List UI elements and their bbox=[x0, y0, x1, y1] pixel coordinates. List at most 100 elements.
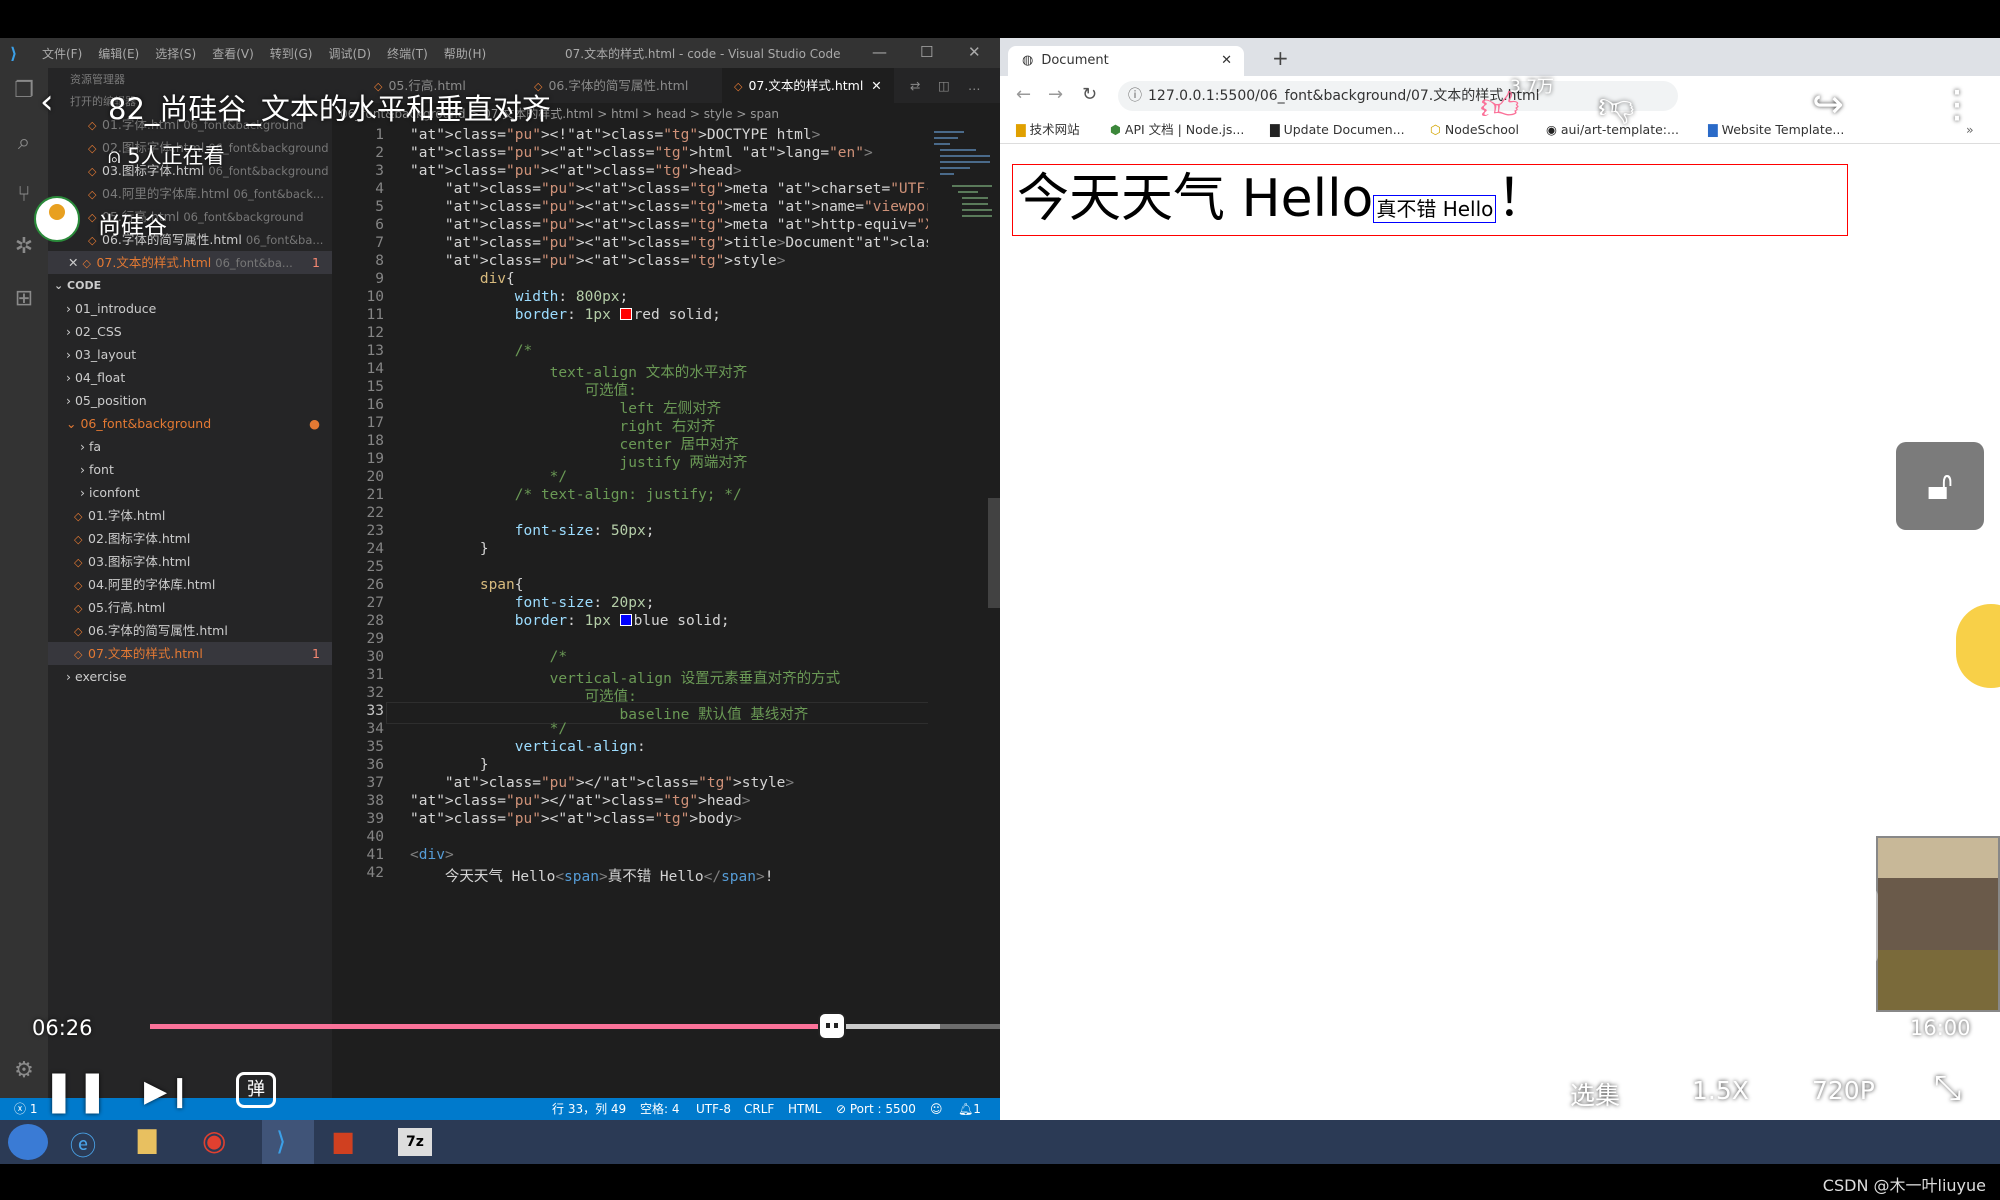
editor-scrollbar[interactable] bbox=[988, 498, 1000, 608]
reload-icon[interactable]: ↻ bbox=[1082, 84, 1097, 105]
share-icon[interactable]: ↪ bbox=[1812, 82, 1844, 126]
file-item[interactable]: ◇ 05.行高.html bbox=[48, 596, 332, 619]
folder-item-open[interactable]: ⌄ 06_font&background ● bbox=[48, 412, 332, 435]
ie-icon[interactable]: ⓔ bbox=[70, 1126, 96, 1163]
channel-name[interactable]: 尚硅谷 bbox=[98, 206, 167, 240]
menu-edit[interactable]: 编辑(E) bbox=[98, 45, 139, 62]
speed-button[interactable]: 1.5X bbox=[1692, 1076, 1749, 1105]
start-button[interactable] bbox=[8, 1124, 48, 1160]
unlock-icon[interactable]: 🔓︎ bbox=[1896, 442, 1984, 530]
more-actions-icon[interactable]: … bbox=[962, 68, 987, 103]
file-item[interactable]: ◇ 06.字体的简写属性.html bbox=[48, 619, 332, 642]
bookmark-item[interactable]: ▇ 技术网站 bbox=[1016, 116, 1080, 144]
code-line[interactable]: border: 1px red solid; bbox=[410, 307, 721, 323]
bookmark-item[interactable]: ⬢ API 文档 | Node.js... bbox=[1110, 116, 1244, 144]
encoding[interactable]: UTF-8 bbox=[696, 1098, 731, 1120]
open-editor-item[interactable]: ◇ 05.行高.html 06_font&background bbox=[48, 205, 332, 228]
more-icon[interactable]: ⋮ bbox=[1938, 82, 1976, 126]
new-tab-icon[interactable]: + bbox=[1272, 46, 1289, 70]
quality-button[interactable]: 720P bbox=[1812, 1076, 1875, 1105]
chrome-icon[interactable]: ◉ bbox=[202, 1124, 226, 1157]
menu-view[interactable]: 查看(V) bbox=[212, 45, 254, 62]
pause-icon[interactable]: ❚❚ bbox=[42, 1068, 109, 1114]
file-item-active[interactable]: ◇ 07.文本的样式.html 1 bbox=[48, 642, 332, 665]
browser-tab[interactable]: ◍ Document ✕ bbox=[1008, 46, 1244, 76]
file-item[interactable]: ◇ 02.图标字体.html bbox=[48, 527, 332, 550]
tab-text-style[interactable]: ◇ 07.文本的样式.html ✕ bbox=[722, 68, 894, 103]
feedback-icon[interactable]: ☺ bbox=[930, 1098, 943, 1120]
code-line[interactable]: } bbox=[410, 757, 489, 773]
menu-file[interactable]: 文件(F) bbox=[42, 45, 82, 62]
search-icon[interactable]: ⌕ bbox=[10, 130, 38, 158]
folder-item[interactable]: › 02_CSS bbox=[48, 320, 332, 343]
code-line[interactable]: vertical-align: bbox=[410, 739, 646, 755]
code-line[interactable]: <div> bbox=[410, 847, 454, 863]
code-line[interactable]: "at">class="pu"><"at">class="tg">meta "a… bbox=[410, 199, 1000, 215]
line-ending[interactable]: CRLF bbox=[744, 1098, 774, 1120]
menu-debug[interactable]: 调试(D) bbox=[328, 45, 371, 62]
code-line[interactable]: /* text-align: justify; */ bbox=[410, 487, 742, 503]
indentation[interactable]: 空格: 4 bbox=[640, 1098, 680, 1120]
address-bar[interactable]: ⓘ 127.0.0.1:5500/06_font&background/07.文… bbox=[1118, 81, 1678, 111]
workspace-header[interactable]: ⌄ CODE bbox=[48, 274, 332, 297]
menu-terminal[interactable]: 终端(T) bbox=[387, 45, 428, 62]
code-line[interactable]: "at">class="pu"><"at">class="tg">body> bbox=[410, 811, 742, 827]
code-line[interactable]: div{ bbox=[410, 271, 515, 287]
back-icon[interactable]: ← bbox=[1016, 84, 1031, 105]
progress-knob[interactable] bbox=[818, 1012, 846, 1040]
episodes-button[interactable]: 选集 bbox=[1570, 1076, 1620, 1112]
menu-help[interactable]: 帮助(H) bbox=[444, 45, 486, 62]
code-line[interactable]: font-size: 50px; bbox=[410, 523, 655, 539]
code-line[interactable]: "at">class="pu"><"at">class="tg">title>D… bbox=[410, 235, 1000, 251]
menu-go[interactable]: 转到(G) bbox=[270, 45, 313, 62]
channel-avatar[interactable] bbox=[34, 196, 80, 242]
code-line[interactable]: "at">class="pu"><"at">class="tg">html "a… bbox=[410, 145, 873, 161]
menu-selection[interactable]: 选择(S) bbox=[155, 45, 196, 62]
forward-icon[interactable]: → bbox=[1048, 84, 1063, 105]
app-taskbar-icon[interactable]: ▆ bbox=[334, 1126, 352, 1154]
open-editor-item-active[interactable]: ✕ ◇ 07.文本的样式.html 06_font&ba... 1 bbox=[48, 251, 332, 274]
folder-item[interactable]: › fa bbox=[48, 435, 332, 458]
minimize-icon[interactable]: — bbox=[872, 43, 887, 61]
danmaku-toggle[interactable]: 弹 bbox=[236, 1072, 276, 1108]
close-editor-icon[interactable]: ✕ bbox=[68, 255, 82, 270]
picture-in-picture-thumbnail[interactable] bbox=[1876, 836, 2000, 1012]
exit-fullscreen-icon[interactable]: ⤡ bbox=[1934, 1068, 1961, 1108]
code-line[interactable]: "at">class="pu"><"at">class="tg">meta "a… bbox=[410, 181, 960, 197]
open-editor-item[interactable]: ◇ 06.字体的简写属性.html 06_font&ba... bbox=[48, 228, 332, 251]
code-line[interactable]: */ bbox=[410, 469, 567, 485]
folder-item[interactable]: › exercise bbox=[48, 665, 332, 688]
code-line[interactable]: } bbox=[410, 541, 489, 557]
code-line[interactable]: "at">class="pu"><!"at">class="tg">DOCTYP… bbox=[410, 127, 820, 143]
back-arrow-icon[interactable]: ‹ bbox=[40, 82, 54, 122]
debug-icon[interactable]: ✲ bbox=[10, 234, 38, 262]
notification-bell[interactable]: 🔔︎1 bbox=[958, 1098, 981, 1120]
file-item[interactable]: ◇ 01.字体.html bbox=[48, 504, 332, 527]
code-line[interactable]: 今天天气 Hello<span>真不错 Hello</span>! bbox=[410, 865, 774, 886]
close-tab-icon[interactable]: ✕ bbox=[871, 78, 881, 93]
file-item[interactable]: ◇ 03.图标字体.html bbox=[48, 550, 332, 573]
folder-item[interactable]: › 03_layout bbox=[48, 343, 332, 366]
compare-icon[interactable]: ⇄ bbox=[904, 68, 926, 103]
cursor-position[interactable]: 行 33，列 49 bbox=[552, 1098, 626, 1120]
next-icon[interactable]: ▶❙ bbox=[144, 1074, 192, 1109]
settings-gear-icon[interactable]: ⚙ bbox=[10, 1058, 38, 1086]
code-line[interactable]: "at">class="pu"><"at">class="tg">style> bbox=[410, 253, 786, 269]
extensions-icon[interactable]: ⊞ bbox=[10, 286, 38, 314]
code-line[interactable]: width: 800px; bbox=[410, 289, 629, 305]
7zip-icon[interactable]: 7z bbox=[398, 1128, 432, 1156]
code-line[interactable]: border: 1px blue solid; bbox=[410, 613, 730, 629]
close-icon[interactable]: ✕ bbox=[968, 43, 981, 61]
code-line[interactable]: /* bbox=[410, 343, 532, 359]
maximize-icon[interactable]: ☐ bbox=[920, 43, 933, 61]
code-line[interactable]: span{ bbox=[410, 577, 524, 593]
source-control-icon[interactable]: ⑂ bbox=[10, 182, 38, 210]
file-item[interactable]: ◇ 04.阿里的字体库.html bbox=[48, 573, 332, 596]
error-count[interactable]: ⓧ 1 bbox=[14, 1098, 37, 1120]
folder-item[interactable]: › iconfont bbox=[48, 481, 332, 504]
code-line[interactable]: "at">class="pu"></"at">class="tg">style> bbox=[410, 775, 794, 791]
code-line[interactable]: "at">class="pu"><"at">class="tg">meta "a… bbox=[410, 217, 1000, 233]
code-line[interactable]: */ bbox=[410, 721, 567, 737]
folder-item[interactable]: › 01_introduce bbox=[48, 297, 332, 320]
bookmark-item[interactable]: ▇ Update Documen... bbox=[1270, 116, 1405, 144]
